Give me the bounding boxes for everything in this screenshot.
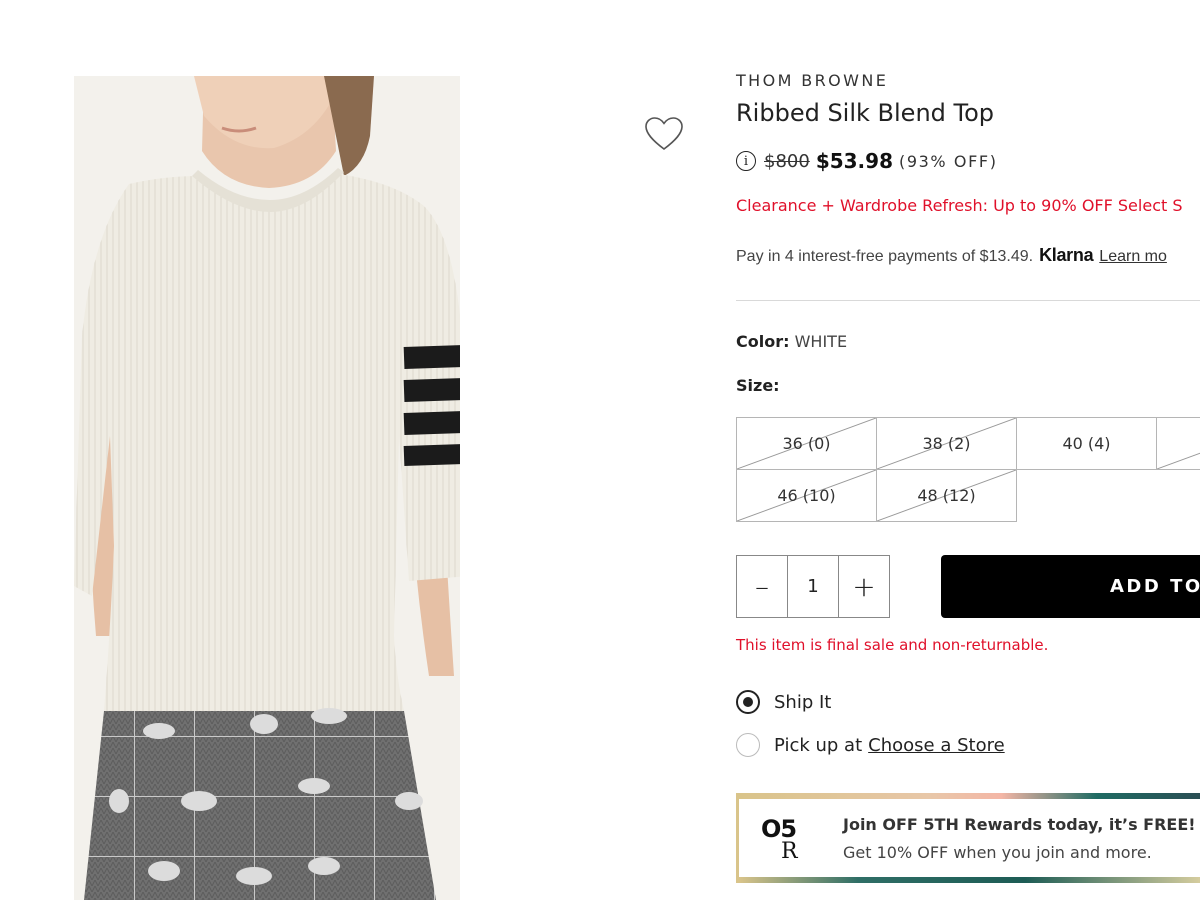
discount-label: (93% OFF)	[899, 151, 998, 171]
size-option-label: 48 (12)	[917, 486, 976, 505]
original-price: $800	[764, 150, 810, 172]
promo-message[interactable]: Clearance + Wardrobe Refresh: Up to 90% …	[736, 196, 1183, 215]
klarna-logo: Klarna	[1039, 245, 1094, 265]
rewards-bottom-band	[739, 877, 1200, 883]
pickup-option[interactable]: Pick up at Choose a Store	[736, 733, 1005, 757]
size-option[interactable]: 4	[1156, 417, 1200, 470]
size-option[interactable]: 48 (12)	[876, 469, 1017, 522]
product-info: THOM BROWNE Ribbed Silk Blend Top i $800…	[736, 0, 1200, 900]
divider	[736, 300, 1200, 301]
ship-it-option[interactable]: Ship It	[736, 690, 831, 714]
price-row: i $800 $53.98 (93% OFF)	[736, 147, 998, 175]
rewards-logo-r: R	[781, 839, 798, 864]
product-photo	[74, 76, 460, 900]
product-title: Ribbed Silk Blend Top	[736, 99, 995, 127]
rewards-banner[interactable]: O5 R Join OFF 5TH Rewards today, it’s FR…	[736, 793, 1200, 883]
size-option[interactable]: 40 (4)	[1016, 417, 1157, 470]
brand-name[interactable]: THOM BROWNE	[736, 71, 888, 90]
size-option[interactable]: 38 (2)	[876, 417, 1017, 470]
size-label: Size:	[736, 376, 780, 395]
color-row: Color: WHITE	[736, 332, 847, 351]
info-icon[interactable]: i	[736, 151, 756, 171]
size-option[interactable]: 36 (0)	[736, 417, 877, 470]
ship-it-radio[interactable]	[736, 690, 760, 714]
rewards-title: Join OFF 5TH Rewards today, it’s FREE!	[843, 815, 1196, 834]
klarna-learn-more-link[interactable]: Learn mo	[1099, 248, 1167, 266]
quantity-decrease-button[interactable]: –	[737, 556, 787, 617]
sale-price: $53.98	[815, 149, 893, 173]
add-to-bag-button[interactable]: ADD TO	[941, 555, 1200, 618]
pickup-label: Pick up at	[774, 734, 863, 756]
size-option-label: 38 (2)	[922, 434, 971, 453]
color-value: WHITE	[794, 332, 848, 351]
klarna-row: Pay in 4 interest-free payments of $13.4…	[736, 245, 1167, 266]
quantity-increase-button[interactable]: +	[839, 556, 889, 617]
product-page: THOM BROWNE Ribbed Silk Blend Top i $800…	[0, 0, 1200, 900]
wishlist-heart-icon[interactable]	[644, 116, 684, 152]
ship-it-label: Ship It	[774, 691, 832, 713]
pickup-radio[interactable]	[736, 733, 760, 757]
rewards-top-band	[739, 793, 1200, 799]
size-option-label: 46 (10)	[777, 486, 836, 505]
size-option[interactable]: 46 (10)	[736, 469, 877, 522]
color-label: Color:	[736, 332, 790, 351]
size-option-label: 40 (4)	[1062, 434, 1111, 453]
klarna-text: Pay in 4 interest-free payments of $13.4…	[736, 248, 1034, 265]
choose-store-link[interactable]: Choose a Store	[868, 735, 1005, 756]
size-option-label: 36 (0)	[782, 434, 831, 453]
quantity-stepper: – 1 +	[736, 555, 890, 618]
product-image[interactable]	[74, 76, 460, 900]
quantity-value[interactable]: 1	[787, 556, 839, 617]
rewards-subtitle: Get 10% OFF when you join and more.	[843, 843, 1152, 862]
final-sale-notice: This item is final sale and non-returnab…	[736, 636, 1049, 654]
